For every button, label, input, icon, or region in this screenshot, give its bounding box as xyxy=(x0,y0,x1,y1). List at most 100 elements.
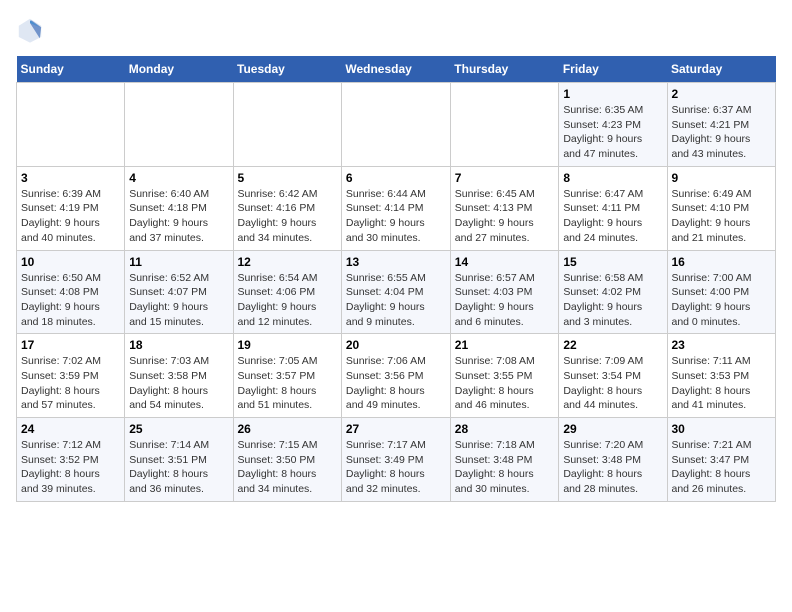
day-cell: 13 Sunrise: 6:55 AM Sunset: 4:04 PM Dayli… xyxy=(341,250,450,334)
day-number: 24 xyxy=(21,422,120,436)
day-cell: 12 Sunrise: 6:54 AM Sunset: 4:06 PM Dayli… xyxy=(233,250,341,334)
day-info: Sunrise: 6:55 AM Sunset: 4:04 PM Dayligh… xyxy=(346,271,446,330)
day-number: 14 xyxy=(455,255,555,269)
day-info: Sunrise: 7:05 AM Sunset: 3:57 PM Dayligh… xyxy=(238,354,337,413)
day-cell: 5 Sunrise: 6:42 AM Sunset: 4:16 PM Daylig… xyxy=(233,166,341,250)
week-row-4: 17Sunrise: 7:02 AM Sunset: 3:59 PM Dayli… xyxy=(17,334,776,418)
day-number: 29 xyxy=(563,422,662,436)
day-number: 23 xyxy=(672,338,772,352)
day-info: Sunrise: 7:08 AM Sunset: 3:55 PM Dayligh… xyxy=(455,354,555,413)
header-cell-monday: Monday xyxy=(125,56,233,83)
day-info: Sunrise: 6:52 AM Sunset: 4:07 PM Dayligh… xyxy=(129,271,228,330)
day-cell: 15 Sunrise: 6:58 AM Sunset: 4:02 PM Dayli… xyxy=(559,250,667,334)
day-cell: 22 Sunrise: 7:09 AM Sunset: 3:54 PM Dayli… xyxy=(559,334,667,418)
day-info: Sunrise: 7:21 AM Sunset: 3:47 PM Dayligh… xyxy=(672,438,772,497)
day-number: 12 xyxy=(238,255,337,269)
day-info: Sunrise: 6:44 AM Sunset: 4:14 PM Dayligh… xyxy=(346,187,446,246)
day-number: 20 xyxy=(346,338,446,352)
day-cell: 18 Sunrise: 7:03 AM Sunset: 3:58 PM Dayli… xyxy=(125,334,233,418)
day-number: 27 xyxy=(346,422,446,436)
header-cell-tuesday: Tuesday xyxy=(233,56,341,83)
day-cell: 19 Sunrise: 7:05 AM Sunset: 3:57 PM Dayli… xyxy=(233,334,341,418)
day-cell: 23 Sunrise: 7:11 AM Sunset: 3:53 PM Dayli… xyxy=(667,334,776,418)
day-cell: 6 Sunrise: 6:44 AM Sunset: 4:14 PM Daylig… xyxy=(341,166,450,250)
day-number: 7 xyxy=(455,171,555,185)
day-info: Sunrise: 6:54 AM Sunset: 4:06 PM Dayligh… xyxy=(238,271,337,330)
day-cell: 29 Sunrise: 7:20 AM Sunset: 3:48 PM Dayli… xyxy=(559,418,667,502)
week-row-1: 1 Sunrise: 6:35 AM Sunset: 4:23 PM Daylig… xyxy=(17,83,776,167)
day-info: Sunrise: 7:14 AM Sunset: 3:51 PM Dayligh… xyxy=(129,438,228,497)
day-number: 16 xyxy=(672,255,772,269)
day-cell: 14Sunrise: 6:57 AM Sunset: 4:03 PM Dayli… xyxy=(450,250,559,334)
day-cell: 17Sunrise: 7:02 AM Sunset: 3:59 PM Dayli… xyxy=(17,334,125,418)
day-number: 25 xyxy=(129,422,228,436)
day-number: 28 xyxy=(455,422,555,436)
day-info: Sunrise: 7:03 AM Sunset: 3:58 PM Dayligh… xyxy=(129,354,228,413)
day-cell: 3Sunrise: 6:39 AM Sunset: 4:19 PM Daylig… xyxy=(17,166,125,250)
day-number: 10 xyxy=(21,255,120,269)
day-cell: 2 Sunrise: 6:37 AM Sunset: 4:21 PM Daylig… xyxy=(667,83,776,167)
day-cell: 20Sunrise: 7:06 AM Sunset: 3:56 PM Dayli… xyxy=(341,334,450,418)
day-number: 19 xyxy=(238,338,337,352)
calendar-table: SundayMondayTuesdayWednesdayThursdayFrid… xyxy=(16,56,776,502)
week-row-5: 24 Sunrise: 7:12 AM Sunset: 3:52 PM Dayli… xyxy=(17,418,776,502)
day-cell: 9Sunrise: 6:49 AM Sunset: 4:10 PM Daylig… xyxy=(667,166,776,250)
day-cell: 11 Sunrise: 6:52 AM Sunset: 4:07 PM Dayli… xyxy=(125,250,233,334)
day-info: Sunrise: 6:37 AM Sunset: 4:21 PM Dayligh… xyxy=(672,103,772,162)
day-cell: 16Sunrise: 7:00 AM Sunset: 4:00 PM Dayli… xyxy=(667,250,776,334)
day-number: 6 xyxy=(346,171,446,185)
logo-icon xyxy=(16,16,44,44)
day-info: Sunrise: 6:50 AM Sunset: 4:08 PM Dayligh… xyxy=(21,271,120,330)
header-row: SundayMondayTuesdayWednesdayThursdayFrid… xyxy=(17,56,776,83)
day-cell xyxy=(125,83,233,167)
day-number: 30 xyxy=(672,422,772,436)
day-number: 9 xyxy=(672,171,772,185)
day-cell: 27 Sunrise: 7:17 AM Sunset: 3:49 PM Dayli… xyxy=(341,418,450,502)
day-number: 22 xyxy=(563,338,662,352)
day-cell xyxy=(450,83,559,167)
day-info: Sunrise: 6:35 AM Sunset: 4:23 PM Dayligh… xyxy=(563,103,662,162)
day-cell: 10 Sunrise: 6:50 AM Sunset: 4:08 PM Dayli… xyxy=(17,250,125,334)
header-cell-wednesday: Wednesday xyxy=(341,56,450,83)
day-cell: 8Sunrise: 6:47 AM Sunset: 4:11 PM Daylig… xyxy=(559,166,667,250)
day-cell: 26 Sunrise: 7:15 AM Sunset: 3:50 PM Dayli… xyxy=(233,418,341,502)
day-info: Sunrise: 7:11 AM Sunset: 3:53 PM Dayligh… xyxy=(672,354,772,413)
day-number: 3 xyxy=(21,171,120,185)
day-info: Sunrise: 6:47 AM Sunset: 4:11 PM Dayligh… xyxy=(563,187,662,246)
day-number: 26 xyxy=(238,422,337,436)
day-info: Sunrise: 7:17 AM Sunset: 3:49 PM Dayligh… xyxy=(346,438,446,497)
day-info: Sunrise: 7:15 AM Sunset: 3:50 PM Dayligh… xyxy=(238,438,337,497)
day-number: 5 xyxy=(238,171,337,185)
day-cell: 25 Sunrise: 7:14 AM Sunset: 3:51 PM Dayli… xyxy=(125,418,233,502)
day-cell: 28 Sunrise: 7:18 AM Sunset: 3:48 PM Dayli… xyxy=(450,418,559,502)
day-number: 11 xyxy=(129,255,228,269)
day-info: Sunrise: 6:42 AM Sunset: 4:16 PM Dayligh… xyxy=(238,187,337,246)
day-cell xyxy=(341,83,450,167)
day-info: Sunrise: 7:12 AM Sunset: 3:52 PM Dayligh… xyxy=(21,438,120,497)
day-info: Sunrise: 6:40 AM Sunset: 4:18 PM Dayligh… xyxy=(129,187,228,246)
header-cell-sunday: Sunday xyxy=(17,56,125,83)
day-number: 2 xyxy=(672,87,772,101)
day-cell: 21 Sunrise: 7:08 AM Sunset: 3:55 PM Dayli… xyxy=(450,334,559,418)
day-info: Sunrise: 6:45 AM Sunset: 4:13 PM Dayligh… xyxy=(455,187,555,246)
day-info: Sunrise: 7:18 AM Sunset: 3:48 PM Dayligh… xyxy=(455,438,555,497)
header-cell-saturday: Saturday xyxy=(667,56,776,83)
day-number: 13 xyxy=(346,255,446,269)
day-number: 17 xyxy=(21,338,120,352)
page-header xyxy=(16,16,776,44)
logo xyxy=(16,16,48,44)
header-cell-friday: Friday xyxy=(559,56,667,83)
week-row-3: 10 Sunrise: 6:50 AM Sunset: 4:08 PM Dayli… xyxy=(17,250,776,334)
day-number: 1 xyxy=(563,87,662,101)
day-number: 18 xyxy=(129,338,228,352)
day-info: Sunrise: 7:20 AM Sunset: 3:48 PM Dayligh… xyxy=(563,438,662,497)
day-number: 15 xyxy=(563,255,662,269)
day-info: Sunrise: 6:58 AM Sunset: 4:02 PM Dayligh… xyxy=(563,271,662,330)
header-cell-thursday: Thursday xyxy=(450,56,559,83)
day-number: 21 xyxy=(455,338,555,352)
day-cell xyxy=(233,83,341,167)
day-info: Sunrise: 7:09 AM Sunset: 3:54 PM Dayligh… xyxy=(563,354,662,413)
day-cell: 4Sunrise: 6:40 AM Sunset: 4:18 PM Daylig… xyxy=(125,166,233,250)
day-cell: 30 Sunrise: 7:21 AM Sunset: 3:47 PM Dayli… xyxy=(667,418,776,502)
week-row-2: 3Sunrise: 6:39 AM Sunset: 4:19 PM Daylig… xyxy=(17,166,776,250)
